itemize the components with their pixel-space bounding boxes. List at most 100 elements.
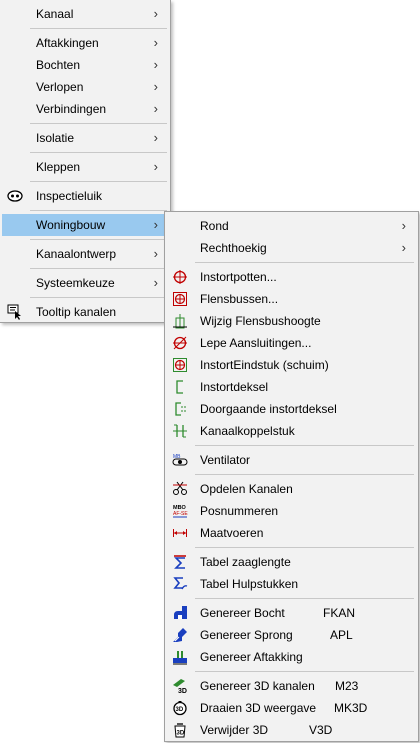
shortcut-label: MK3D xyxy=(334,701,368,715)
menu-item-label: Kanaalontwerp xyxy=(36,247,117,261)
menu-item-isolatie[interactable]: Isolatie › xyxy=(2,127,168,149)
menu-item-label: Kanaal xyxy=(36,7,74,21)
menu-separator xyxy=(30,181,167,182)
menu-separator xyxy=(195,671,414,672)
chevron-right-icon: › xyxy=(153,57,158,72)
menu-item-label: Kleppen xyxy=(36,160,81,174)
submenu-item-flensbussen[interactable]: Flensbussen... xyxy=(167,288,416,310)
svg-text:3D: 3D xyxy=(176,707,184,713)
submenu-item-instortpotten[interactable]: Instortpotten... xyxy=(167,266,416,288)
submenu-item-instorteindstuk[interactable]: InstortEindstuk (schuim) xyxy=(167,354,416,376)
menu-item-systeemkeuze[interactable]: Systeemkeuze › xyxy=(2,272,168,294)
woningbouw-submenu: Rond › Rechthoekig › Instortpotten... Fl… xyxy=(164,211,419,742)
rotate-3d-icon: 3D xyxy=(172,700,188,716)
submenu-item-genereer-3d-kanalen[interactable]: 3D Genereer 3D kanalen M23 xyxy=(167,675,416,697)
remove-3d-icon: 3D xyxy=(172,722,188,738)
menu-item-label: Wijzig Flensbushoogte xyxy=(200,314,321,328)
flange-height-icon xyxy=(172,313,188,329)
flange-bush-icon xyxy=(172,291,188,307)
menu-separator xyxy=(195,445,414,446)
menu-separator xyxy=(30,28,167,29)
menu-item-label: Genereer Aftakking xyxy=(200,650,303,664)
submenu-item-genereer-aftakking[interactable]: Genereer Aftakking xyxy=(167,646,416,668)
shortcut-label: M23 xyxy=(335,679,359,693)
menu-separator xyxy=(30,123,167,124)
submenu-item-wijzig-flensbushoogte[interactable]: Wijzig Flensbushoogte xyxy=(167,310,416,332)
position-numbering-icon: MBOAF-SEC xyxy=(172,503,192,519)
menu-item-label: Doorgaande instortdeksel xyxy=(200,402,337,416)
submenu-item-tabel-zaaglengte[interactable]: Tabel zaaglengte xyxy=(167,551,416,573)
main-context-menu: Kanaal › Aftakkingen › Bochten › Verlope… xyxy=(0,0,171,323)
menu-item-aftakkingen[interactable]: Aftakkingen › xyxy=(2,32,168,54)
generate-bend-icon xyxy=(172,605,188,621)
menu-item-verlopen[interactable]: Verlopen › xyxy=(2,76,168,98)
submenu-item-ventilator[interactable]: MB Ventilator xyxy=(167,449,416,471)
menu-item-label: Inspectieluik xyxy=(36,189,103,203)
menu-item-inspectieluik[interactable]: Inspectieluik xyxy=(2,185,168,207)
submenu-item-tabel-hulpstukken[interactable]: Tabel Hulpstukken xyxy=(167,573,416,595)
svg-text:3D: 3D xyxy=(178,688,187,694)
fan-icon: MB xyxy=(172,452,188,468)
chevron-right-icon: › xyxy=(401,240,406,255)
menu-item-kleppen[interactable]: Kleppen › xyxy=(2,156,168,178)
submenu-item-maatvoeren[interactable]: Maatvoeren xyxy=(167,522,416,544)
cast-in-pot-icon xyxy=(172,269,188,285)
menu-item-label: Verbindingen xyxy=(36,102,107,116)
menu-item-bochten[interactable]: Bochten › xyxy=(2,54,168,76)
shortcut-label: V3D xyxy=(309,723,333,737)
menu-item-verbindingen[interactable]: Verbindingen › xyxy=(2,98,168,120)
menu-separator xyxy=(195,598,414,599)
submenu-item-opdelen-kanalen[interactable]: Opdelen Kanalen xyxy=(167,478,416,500)
shortcut-label: FKAN xyxy=(323,606,356,620)
menu-item-label: Genereer 3D kanalen xyxy=(200,679,315,693)
submenu-item-genereer-bocht[interactable]: Genereer Bocht FKAN xyxy=(167,602,416,624)
shortcut-label: APL xyxy=(330,628,353,642)
continuous-cover-icon xyxy=(172,401,188,417)
menu-item-label: Maatvoeren xyxy=(200,526,264,540)
submenu-item-kanaalkoppelstuk[interactable]: Kanaalkoppelstuk xyxy=(167,420,416,442)
submenu-item-lepe-aansluitingen[interactable]: Lepe Aansluitingen... xyxy=(167,332,416,354)
chevron-right-icon: › xyxy=(153,35,158,50)
submenu-item-posnummeren[interactable]: MBOAF-SEC Posnummeren xyxy=(167,500,416,522)
chevron-right-icon: › xyxy=(401,218,406,233)
menu-item-label: Tabel zaaglengte xyxy=(200,555,291,569)
menu-separator xyxy=(195,474,414,475)
sum-table-icon xyxy=(172,554,188,570)
menu-item-kanaal[interactable]: Kanaal › xyxy=(2,3,168,25)
submenu-item-doorgaande-instortdeksel[interactable]: Doorgaande instortdeksel xyxy=(167,398,416,420)
submenu-item-draaien-3d-weergave[interactable]: 3D Draaien 3D weergave MK3D xyxy=(167,697,416,719)
submenu-item-rechthoekig[interactable]: Rechthoekig › xyxy=(167,237,416,259)
menu-item-label: Isolatie xyxy=(36,131,75,145)
menu-item-label: Tooltip kanalen xyxy=(36,305,117,319)
menu-item-tooltip-kanalen[interactable]: Tooltip kanalen xyxy=(2,301,168,323)
chevron-right-icon: › xyxy=(153,130,158,145)
svg-text:AF-SEC: AF-SEC xyxy=(173,511,188,517)
fittings-table-icon xyxy=(172,576,188,592)
cast-in-end-piece-icon xyxy=(172,357,188,373)
submenu-item-rond[interactable]: Rond › xyxy=(167,215,416,237)
duct-coupling-icon xyxy=(172,423,188,439)
submenu-item-genereer-sprong[interactable]: Genereer Sprong APL xyxy=(167,624,416,646)
submenu-item-instortdeksel[interactable]: Instortdeksel xyxy=(167,376,416,398)
menu-separator xyxy=(30,297,167,298)
menu-item-label: Systeemkeuze xyxy=(36,276,115,290)
menu-item-label: Kanaalkoppelstuk xyxy=(200,424,295,438)
menu-item-kanaalontwerp[interactable]: Kanaalontwerp › xyxy=(2,243,168,265)
chevron-right-icon: › xyxy=(153,246,158,261)
chevron-right-icon: › xyxy=(153,101,158,116)
menu-item-label: Rond xyxy=(200,219,229,233)
menu-item-label: Woningbouw xyxy=(36,218,106,232)
menu-separator xyxy=(30,152,167,153)
menu-separator xyxy=(195,262,414,263)
menu-item-label: Genereer Bocht xyxy=(200,606,285,620)
inspection-hatch-icon xyxy=(7,188,23,204)
menu-item-woningbouw[interactable]: Woningbouw › xyxy=(2,214,168,236)
menu-separator xyxy=(195,547,414,548)
chevron-right-icon: › xyxy=(153,275,158,290)
dimensioning-icon xyxy=(172,525,188,541)
menu-item-label: Draaien 3D weergave xyxy=(200,701,317,715)
generate-3d-icon: 3D xyxy=(172,678,188,695)
submenu-item-verwijder-3d[interactable]: 3D Verwijder 3D V3D xyxy=(167,719,416,741)
generate-offset-icon xyxy=(172,627,188,643)
cast-in-cover-icon xyxy=(172,379,188,395)
